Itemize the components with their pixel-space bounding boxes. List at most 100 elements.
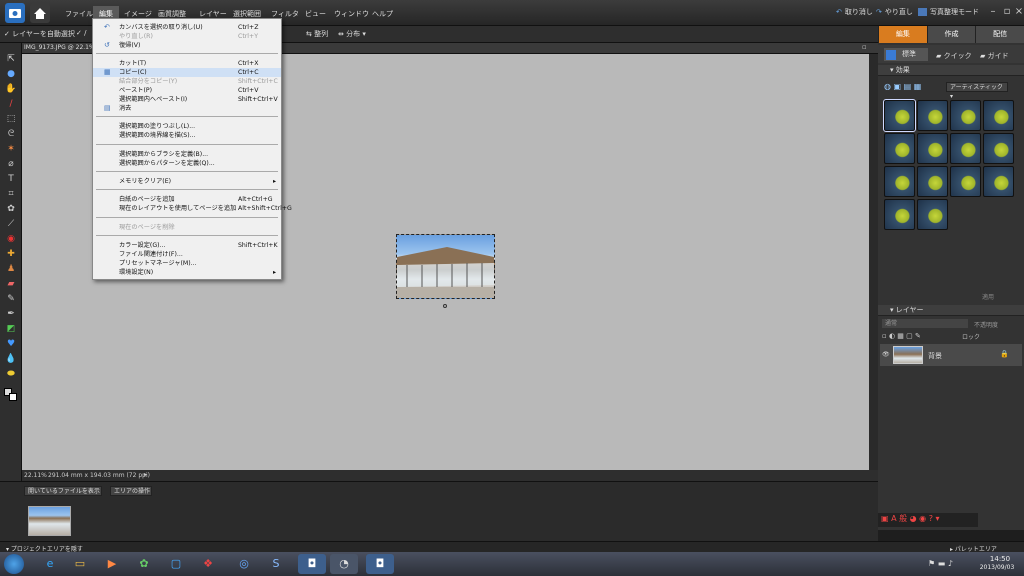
paint-bucket-icon[interactable]: ◩	[4, 323, 18, 335]
app-icon[interactable]	[5, 3, 25, 23]
magic-wand-icon[interactable]: ✶	[4, 143, 18, 155]
arrange-dropdown[interactable]: ⇆ 整列	[306, 29, 328, 39]
effect-thumbnail[interactable]	[983, 166, 1014, 197]
clock-date[interactable]: 2013/09/03	[972, 564, 1022, 571]
edit-menu-item[interactable]: ↶ カンバスを選択の取り消し(U) Ctrl+Z	[93, 23, 281, 32]
text-tool-icon[interactable]: T	[4, 173, 18, 185]
effects-header[interactable]: ▾ 効果	[878, 65, 1024, 76]
app-window-icon[interactable]: ▢	[162, 554, 190, 574]
sponge-tool-icon[interactable]: ⬬	[4, 368, 18, 380]
red-eye-icon[interactable]: ◉	[4, 233, 18, 245]
app-green-icon[interactable]: ✿	[130, 554, 158, 574]
effect-thumbnail[interactable]	[950, 133, 981, 164]
healing-brush-icon[interactable]: ✚	[4, 248, 18, 260]
clock-time[interactable]: 14:50	[980, 555, 1020, 563]
home-icon[interactable]	[30, 3, 50, 23]
zoom-tool-icon[interactable]: ●	[4, 68, 18, 80]
marquee-tool-icon[interactable]: ⬚	[4, 113, 18, 125]
effect-thumbnail[interactable]	[884, 166, 915, 197]
crop-tool-icon[interactable]: ⌗	[4, 188, 18, 200]
blur-tool-icon[interactable]: 💧	[4, 353, 18, 365]
redo-button[interactable]: ↷ やり直し	[876, 7, 913, 17]
document-photo[interactable]	[396, 234, 495, 299]
ime-toolbar[interactable]: ▣ A 般 ◕ ◉ ? ▾	[878, 513, 978, 527]
close-icon[interactable]: ×	[1012, 6, 1024, 18]
explorer-icon[interactable]: ▭	[66, 554, 94, 574]
apply-button[interactable]: 適用	[982, 292, 994, 301]
visibility-eye-icon[interactable]: 👁	[882, 351, 890, 358]
edit-menu-item[interactable]: 現在のレイアウトを使用してページを追加 Alt+Shift+Ctrl+G	[93, 204, 292, 213]
edit-menu-item[interactable]: 選択範囲からブラシを定義(B)...	[93, 150, 281, 159]
ie-icon[interactable]: e	[36, 554, 64, 574]
effect-thumbnail[interactable]	[917, 199, 948, 230]
effect-thumbnail[interactable]	[950, 166, 981, 197]
tab-guided[interactable]: ▰ ガイド	[980, 51, 1009, 61]
tab-quick[interactable]: ▰ クイック	[936, 51, 972, 61]
edit-menu-item[interactable]: ▦ コピー(C) Ctrl+C	[93, 68, 281, 77]
menu-file[interactable]: ファイル	[62, 8, 96, 20]
cookie-cutter-icon[interactable]: ✿	[4, 203, 18, 215]
tab-share[interactable]: 配信	[975, 26, 1024, 43]
lasso-tool-icon[interactable]: ᘓ	[4, 128, 18, 140]
photoshop-elements-icon[interactable]: ◘	[298, 554, 326, 574]
edit-menu-item[interactable]: プリセットマネージャ(M)...	[93, 259, 281, 268]
edit-menu-item[interactable]: 選択範囲の塗りつぶし(L)...	[93, 122, 281, 131]
rotate-handle[interactable]	[443, 304, 447, 308]
menu-view[interactable]: ビュー	[302, 8, 329, 20]
edit-menu-item[interactable]: 選択範囲の境界線を描(S)...	[93, 131, 281, 140]
app-s-icon[interactable]: S	[262, 554, 290, 574]
tab-edit[interactable]: 編集	[878, 26, 927, 43]
menu-window[interactable]: ウィンドウ	[331, 8, 372, 20]
organizer-button[interactable]: 写真整理モード	[918, 7, 979, 17]
edit-menu-item[interactable]: 選択範囲からパターンを定義(Q)...	[93, 159, 281, 168]
app-red-icon[interactable]: ❖	[194, 554, 222, 574]
selection-brush-icon[interactable]: ⌀	[4, 158, 18, 170]
undo-button[interactable]: ↶ 取り消し	[836, 7, 873, 17]
shape-tool-icon[interactable]: ♥	[4, 338, 18, 350]
blend-mode-dropdown[interactable]: 通常	[882, 319, 968, 328]
status-menu-arrow-icon[interactable]: ▸	[144, 471, 147, 478]
effect-thumbnail[interactable]	[917, 100, 948, 131]
edit-menu-item[interactable]: カラー設定(G)... Shift+Ctrl+K	[93, 241, 281, 250]
effect-thumbnail[interactable]	[950, 100, 981, 131]
edit-menu-item[interactable]: ファイル関連付け(F)...	[93, 250, 281, 259]
edit-menu-item[interactable]: ペースト(P) Ctrl+V	[93, 86, 281, 95]
effect-thumbnail[interactable]	[883, 99, 916, 132]
eyedropper-icon[interactable]: /	[4, 98, 18, 110]
bin-thumbnail[interactable]	[28, 506, 71, 536]
start-button-icon[interactable]	[4, 554, 24, 574]
app-circle-icon[interactable]: ◔	[330, 554, 358, 574]
effect-thumbnail[interactable]	[917, 166, 948, 197]
edit-menu-item[interactable]: カット(T) Ctrl+X	[93, 59, 281, 68]
media-player-icon[interactable]: ▶	[98, 554, 126, 574]
effect-thumbnail[interactable]	[983, 133, 1014, 164]
layers-header[interactable]: ▾ レイヤー	[878, 305, 1024, 316]
hand-tool-icon[interactable]: ✋	[4, 83, 18, 95]
effect-thumbnail[interactable]	[917, 133, 948, 164]
doc-close-icon[interactable]: ▫	[862, 43, 867, 51]
itunes-icon[interactable]: ◎	[230, 554, 258, 574]
layer-tools-icons[interactable]: ▫ ◐ ▦ ▢ ✎	[882, 332, 921, 340]
edit-menu-item[interactable]: ▤ 消去	[93, 104, 281, 113]
edit-menu-item[interactable]: 環境設定(N) ▸	[93, 268, 281, 277]
layer-row-background[interactable]: 👁 背景 🔒	[880, 344, 1022, 366]
effect-thumbnail[interactable]	[983, 100, 1014, 131]
effect-thumbnail[interactable]	[884, 199, 915, 230]
effects-filter-dropdown[interactable]: アーティスティック ▾	[946, 82, 1008, 100]
project-bin-dropdown[interactable]: 開いているファイルを表示	[24, 486, 102, 496]
edit-menu-item[interactable]: ↺ 復帰(V)	[93, 41, 281, 50]
effect-thumbnail[interactable]	[884, 133, 915, 164]
brush-tool-icon[interactable]: ✎	[4, 293, 18, 305]
edit-menu-item[interactable]: 白紙のページを追加 Alt+Ctrl+G	[93, 195, 281, 204]
tab-create[interactable]: 作成	[926, 26, 976, 43]
minimize-icon[interactable]: –	[986, 6, 1000, 18]
eraser-icon[interactable]: ▰	[4, 278, 18, 290]
bin-actions-button[interactable]: エリアの操作	[110, 486, 152, 496]
auto-select-checkbox[interactable]: ✓ レイヤーを自動選択	[4, 29, 75, 39]
tray-icons[interactable]: ⚑ ▬ ♪	[928, 559, 953, 568]
effect-type-icons[interactable]: ◍ ▣ ▤ ▦	[884, 82, 944, 94]
background-color-swatch[interactable]	[9, 393, 17, 401]
vertical-scrollbar[interactable]	[869, 54, 878, 470]
move-tool-icon[interactable]: ⇱	[4, 53, 18, 65]
show-bounding-checkbox[interactable]: ✓ /	[76, 29, 86, 37]
